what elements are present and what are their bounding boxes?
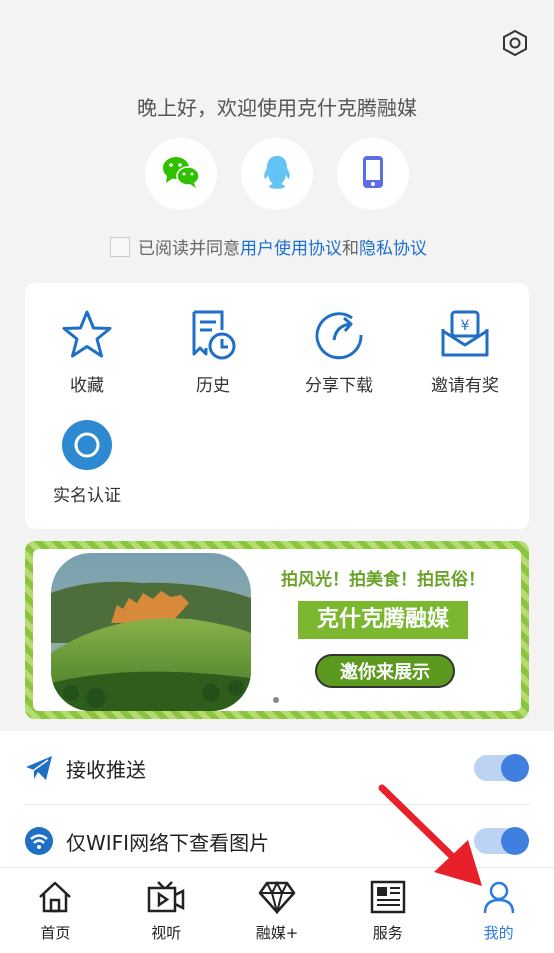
reward-envelope-icon: ¥: [405, 305, 525, 365]
shortcut-history[interactable]: 历史: [153, 305, 273, 396]
shortcut-real-name-verify[interactable]: 实名认证: [27, 415, 147, 506]
push-setting-label: 接收推送: [66, 757, 146, 782]
banner-landscape-image: [51, 553, 251, 711]
tab-label: 我的: [483, 924, 514, 942]
agreement-checkbox[interactable]: [110, 236, 130, 257]
agreement-and: 和: [342, 239, 359, 259]
tab-label: 首页: [40, 924, 71, 942]
star-icon: [27, 305, 147, 365]
shortcut-label: 实名认证: [53, 486, 121, 506]
shortcut-label: 历史: [196, 376, 230, 396]
banner-invite-button[interactable]: 邀你来展示: [315, 654, 455, 688]
qq-login-button[interactable]: [241, 138, 313, 210]
shortcut-favorites[interactable]: 收藏: [27, 305, 147, 396]
greeting-text: 晚上好，欢迎使用克什克腾融媒: [137, 96, 417, 120]
toggle-knob: [501, 827, 529, 855]
terms-link[interactable]: 用户使用协议: [240, 234, 342, 259]
phone-icon: [362, 155, 384, 193]
login-methods: [0, 138, 554, 210]
bottom-tab-bar: 首页 视听 融媒+ 服务 我的: [0, 867, 554, 953]
phone-login-button[interactable]: [337, 138, 409, 210]
tab-service[interactable]: 服务: [332, 868, 443, 953]
verify-icon: [27, 415, 147, 475]
tab-home[interactable]: 首页: [0, 868, 111, 953]
shortcut-label: 邀请有奖: [431, 376, 499, 396]
toggle-knob: [501, 754, 529, 782]
shortcut-invite-reward[interactable]: ¥ 邀请有奖: [405, 305, 525, 396]
tab-label: 视听: [151, 924, 182, 942]
diamond-icon: [258, 878, 296, 916]
shortcut-share-download[interactable]: 分享下载: [279, 305, 399, 396]
push-setting-row: 接收推送: [0, 732, 554, 804]
paper-plane-icon: [22, 751, 56, 785]
shortcut-label: 收藏: [70, 376, 104, 396]
tab-video[interactable]: 视听: [111, 868, 222, 953]
banner-title: 克什克腾融媒: [298, 601, 468, 639]
tab-label: 融媒+: [255, 924, 299, 942]
svg-text:¥: ¥: [461, 318, 470, 334]
agreement-row: 已阅读并同意 用户使用协议 和 隐私协议: [110, 234, 427, 259]
wifi-toggle[interactable]: [474, 827, 529, 855]
banner-pager-dot: [273, 697, 279, 703]
shortcut-label: 分享下载: [305, 376, 373, 396]
qq-icon: [262, 154, 292, 194]
tv-icon: [147, 878, 185, 916]
shortcut-card: 收藏 历史 分享下载 ¥ 邀请有奖 实名认证: [25, 283, 529, 529]
banner-slogan: 拍风光！拍美食！拍民俗！: [281, 570, 485, 590]
settings-icon[interactable]: [500, 28, 530, 58]
tab-mine[interactable]: 我的: [443, 868, 554, 953]
privacy-link[interactable]: 隐私协议: [359, 234, 427, 259]
tab-label: 服务: [372, 924, 403, 942]
share-icon: [279, 305, 399, 365]
tab-media-plus[interactable]: 融媒+: [222, 868, 333, 953]
agreement-prefix: 已阅读并同意: [138, 239, 240, 259]
home-icon: [37, 878, 73, 916]
settings-list: 接收推送 仅WIFI网络下查看图片: [0, 731, 554, 871]
wechat-icon: [161, 155, 201, 193]
wifi-setting-label: 仅WIFI网络下查看图片: [66, 830, 270, 855]
promo-banner[interactable]: 拍风光！拍美食！拍民俗！ 克什克腾融媒 邀你来展示: [25, 541, 529, 719]
promo-banner-inner: 拍风光！拍美食！拍民俗！ 克什克腾融媒 邀你来展示: [33, 549, 521, 711]
wechat-login-button[interactable]: [145, 138, 217, 210]
newspaper-icon: [370, 878, 406, 916]
wifi-icon: [22, 824, 56, 858]
user-icon: [482, 878, 516, 916]
history-icon: [153, 305, 273, 365]
push-toggle[interactable]: [474, 754, 529, 782]
